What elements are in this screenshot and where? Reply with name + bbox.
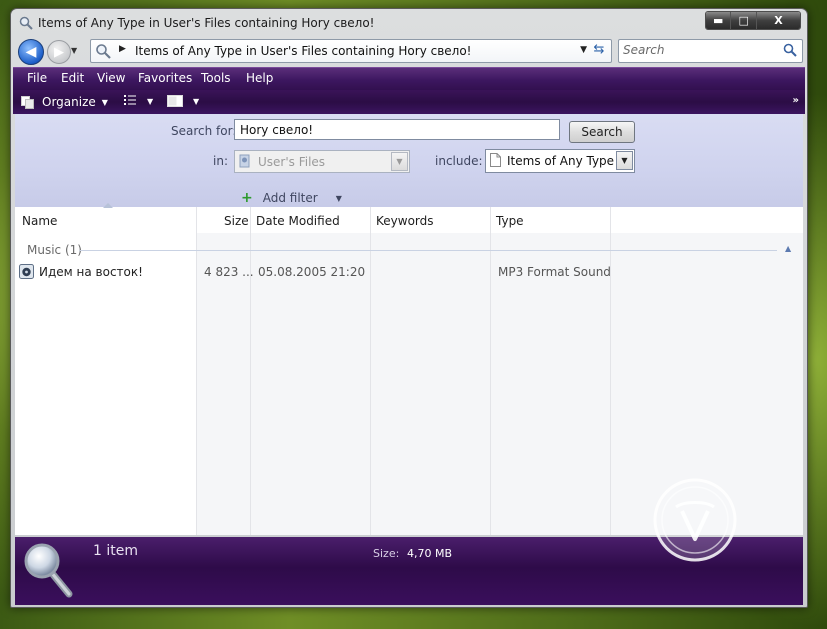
file-size: 4 823 ...: [204, 265, 254, 279]
column-divider[interactable]: [490, 207, 491, 535]
search-icon[interactable]: [782, 42, 798, 58]
chevron-down-icon[interactable]: ▼: [391, 152, 408, 171]
arrow-left-icon: ◀: [25, 44, 37, 60]
column-headers: Name Size Date Modified Keywords Type: [15, 203, 803, 233]
file-type: MP3 Format Sound: [498, 265, 611, 279]
column-divider[interactable]: [370, 207, 371, 535]
size-label: Size:: [373, 547, 400, 560]
search-folder-icon: [96, 44, 111, 59]
command-bar: Organize ▼ ▼ ▼ »: [13, 90, 805, 114]
arrow-right-icon: ▶: [54, 44, 64, 60]
add-filter-label: Add filter: [262, 191, 318, 205]
add-filter-button[interactable]: + Add filter ▼: [241, 190, 342, 206]
explorer-window: Items of Any Type in User's Files contai…: [10, 8, 808, 608]
title-bar[interactable]: Items of Any Type in User's Files contai…: [11, 9, 807, 37]
group-divider: [79, 250, 777, 251]
preview-pane-icon: [167, 95, 183, 107]
organize-label: Organize: [42, 95, 96, 109]
chevron-down-icon: ▼: [101, 97, 108, 107]
collapse-group-icon[interactable]: ▲: [785, 244, 791, 253]
sort-indicator-icon: [103, 203, 113, 208]
address-dropdown-icon[interactable]: ▼: [580, 45, 587, 55]
column-name[interactable]: Name: [22, 214, 57, 228]
back-button[interactable]: ◀: [18, 39, 44, 65]
maximize-button[interactable]: □: [731, 12, 757, 29]
breadcrumb-arrow-icon[interactable]: ▶: [119, 44, 126, 54]
location-value: User's Files: [258, 155, 326, 169]
views-button[interactable]: ▼: [123, 94, 153, 108]
column-date-modified[interactable]: Date Modified: [256, 214, 340, 228]
layout-pane-button[interactable]: ▼: [167, 94, 199, 108]
column-type[interactable]: Type: [496, 214, 524, 228]
menu-edit[interactable]: Edit: [61, 71, 84, 85]
chevron-down-icon: ▼: [147, 96, 154, 106]
search-icon: [19, 16, 33, 30]
search-box[interactable]: [618, 39, 803, 63]
table-row[interactable]: Идем на восток! 4 823 ... 05.08.2005 21:…: [15, 259, 803, 279]
column-divider[interactable]: [196, 207, 197, 535]
search-button[interactable]: Search: [569, 121, 635, 143]
chevron-down-icon: ▼: [193, 96, 200, 106]
caption-buttons: ▬ □ X: [705, 11, 801, 30]
menu-bar: File Edit View Favorites Tools Help: [13, 67, 805, 90]
menu-favorites[interactable]: Favorites: [138, 71, 192, 85]
window-title: Items of Any Type in User's Files contai…: [38, 16, 375, 30]
address-bar[interactable]: ▶ Items of Any Type in User's Files cont…: [90, 39, 612, 63]
file-name: Идем на восток!: [39, 265, 143, 279]
plus-icon: +: [241, 190, 253, 206]
advanced-search-pane: Search for: Search in: User's Files ▼ in…: [15, 114, 803, 208]
column-size[interactable]: Size: [224, 214, 249, 228]
include-label: include:: [435, 154, 483, 168]
size-value: 4,70 MB: [407, 547, 453, 560]
include-select[interactable]: Items of Any Type ▼: [485, 149, 635, 173]
search-input[interactable]: [623, 42, 773, 58]
chevron-down-icon[interactable]: ▼: [616, 151, 633, 170]
minimize-button[interactable]: ▬: [706, 12, 732, 29]
column-divider[interactable]: [250, 207, 251, 535]
views-icon: [124, 95, 136, 105]
search-icon: [24, 543, 73, 598]
audio-file-icon: [19, 264, 34, 279]
search-for-input[interactable]: [234, 119, 560, 140]
item-count: 1 item: [93, 543, 138, 559]
organize-button[interactable]: Organize ▼: [21, 93, 108, 111]
menu-view[interactable]: View: [97, 71, 125, 85]
user-files-icon: [239, 154, 250, 168]
file-date-modified: 05.08.2005 21:20: [258, 265, 366, 279]
organize-icon: [21, 95, 34, 109]
menu-file[interactable]: File: [27, 71, 47, 85]
location-select[interactable]: User's Files ▼: [234, 150, 410, 173]
group-header[interactable]: Music (1): [27, 243, 82, 257]
document-icon: [490, 153, 501, 167]
recent-pages-dropdown[interactable]: ▼: [71, 46, 77, 55]
refresh-icon[interactable]: ⇆: [591, 42, 607, 58]
chevron-down-icon: ▼: [335, 193, 342, 203]
in-label: in:: [213, 154, 228, 168]
column-keywords[interactable]: Keywords: [376, 214, 434, 228]
address-path: Items of Any Type in User's Files contai…: [135, 44, 472, 58]
address-row: ◀ ▶ ▼ ▶ Items of Any Type in User's File…: [11, 37, 807, 67]
more-commands-icon[interactable]: »: [793, 95, 799, 106]
menu-tools[interactable]: Tools: [201, 71, 231, 85]
forward-button[interactable]: ▶: [47, 40, 71, 64]
close-button[interactable]: X: [756, 12, 800, 29]
menu-help[interactable]: Help: [246, 71, 273, 85]
watermark-logo-icon: [653, 478, 737, 562]
search-for-label: Search for:: [171, 124, 237, 138]
include-value: Items of Any Type: [507, 154, 615, 168]
column-divider[interactable]: [610, 207, 611, 535]
